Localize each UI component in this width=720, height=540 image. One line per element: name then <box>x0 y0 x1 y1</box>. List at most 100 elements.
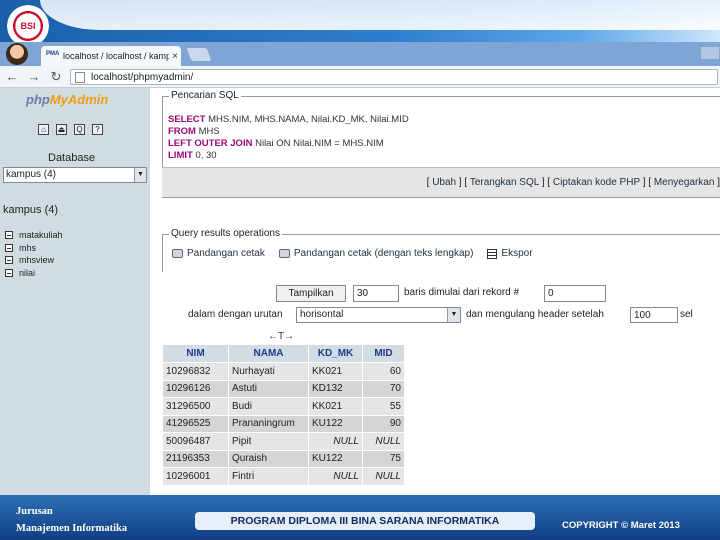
print-view-full-link[interactable]: Pandangan cetak (dengan teks lengkap) <box>278 248 473 259</box>
sidebar-item-mhs[interactable]: mhs <box>5 242 63 255</box>
export-link[interactable]: Ekspor <box>487 248 533 259</box>
sql-links-bar: [ Ubah ] [ Terangkan SQL ] [ Ciptakan ko… <box>162 167 720 197</box>
sidebar-item-mhsview[interactable]: mhsview <box>5 254 63 267</box>
slide-header <box>0 0 720 44</box>
database-heading[interactable]: kampus (4) <box>3 204 58 216</box>
query-ops-actions: Pandangan cetak Pandangan cetak (dengan … <box>172 248 533 259</box>
address-text: localhost/phpmyadmin/ <box>91 71 194 83</box>
cell-kd-mk: KU122 <box>308 449 363 468</box>
display-mode-select[interactable]: horisontal ▼ <box>296 307 461 323</box>
chevron-down-icon[interactable]: ▼ <box>134 168 146 182</box>
slide-footer: Jurusan Manajemen Informatika PROGRAM DI… <box>0 495 720 540</box>
cell-nama: Quraish <box>228 449 309 468</box>
results-table: NIM NAMA KD_MK MID 10296832 Nurhayati KK… <box>162 344 405 486</box>
address-bar[interactable]: localhost/phpmyadmin/ <box>70 69 718 85</box>
database-select[interactable]: kampus (4) ▼ <box>3 167 147 183</box>
rows-text: baris dimulai dari rekord # <box>404 287 520 298</box>
cell-kd-mk: KK021 <box>308 397 363 416</box>
sidebar-item-nilai[interactable]: nilai <box>5 267 63 280</box>
repeat-header-input[interactable]: 100 <box>630 307 678 323</box>
table-icon[interactable] <box>5 268 13 277</box>
docs-icon[interactable]: ? <box>92 124 103 135</box>
cell-nama: Nurhayati <box>228 362 309 381</box>
logout-icon[interactable]: ⏏ <box>56 124 67 135</box>
sql-line: SELECT MHS.NIM, MHS.NAMA, Nilai.KD_MK, N… <box>168 114 409 125</box>
sidebar-toolbar: ⌂ ⏏ Q ? <box>38 124 103 135</box>
cell-nim: 31296500 <box>162 397 229 416</box>
sql-line: LEFT OUTER JOIN Nilai ON Nilai.NIM = MHS… <box>168 138 384 149</box>
column-header-mid[interactable]: MID <box>362 344 405 363</box>
cell-kd-mk: KK021 <box>308 362 363 381</box>
cells-text: sel <box>680 309 693 320</box>
back-icon[interactable]: ← <box>2 68 22 86</box>
cell-nim: 21196353 <box>162 449 229 468</box>
tab-title: localhost / localhost / kampu <box>63 51 169 61</box>
close-icon[interactable]: × <box>169 51 181 62</box>
browser-tab[interactable]: PMA localhost / localhost / kampu × <box>40 45 182 66</box>
query-window-icon[interactable]: Q <box>74 124 85 135</box>
home-icon[interactable]: ⌂ <box>38 124 49 135</box>
table-icon[interactable] <box>5 243 13 252</box>
page-icon <box>75 71 85 83</box>
sql-legend: Pencarian SQL <box>169 90 241 101</box>
cell-mid: 90 <box>362 414 405 433</box>
cell-nim: 50096487 <box>162 432 229 451</box>
printer-icon <box>278 249 290 258</box>
table-row[interactable]: 10296126 Astuti KD132 70 <box>162 379 405 398</box>
window-control[interactable] <box>700 46 720 60</box>
show-button[interactable]: Tampilkan <box>276 285 346 302</box>
table-row[interactable]: 10296832 Nurhayati KK021 60 <box>162 362 405 381</box>
mode-prefix-text: dalam dengan urutan <box>188 309 283 320</box>
cell-nim: 10296832 <box>162 362 229 381</box>
start-record-input[interactable]: 0 <box>544 285 606 302</box>
cell-nim: 10296126 <box>162 379 229 398</box>
table-header-row: NIM NAMA KD_MK MID <box>162 344 405 363</box>
explain-sql-link[interactable]: Terangkan SQL <box>470 177 539 188</box>
forward-icon[interactable]: → <box>24 68 44 86</box>
column-header-nama[interactable]: NAMA <box>228 344 309 363</box>
header-wave <box>40 0 720 30</box>
footer-department: Jurusan Manajemen Informatika <box>16 506 128 534</box>
rows-input[interactable]: 30 <box>353 285 399 302</box>
printer-icon <box>172 249 183 258</box>
column-header-nim[interactable]: NIM <box>162 344 229 363</box>
edit-link[interactable]: Ubah <box>432 177 456 188</box>
footer-program: PROGRAM DIPLOMA III BINA SARANA INFORMAT… <box>195 512 535 530</box>
column-sort-arrows[interactable]: ←T→ <box>268 331 294 342</box>
repeat-header-text: dan mengulang header setelah <box>466 309 604 320</box>
database-label: Database <box>48 152 96 164</box>
cell-nama: Prananingrum <box>228 414 309 433</box>
sidebar-item-matakuliah[interactable]: matakuliah <box>5 229 63 242</box>
table-row[interactable]: 21196353 Quraish KU122 75 <box>162 449 405 468</box>
table-icon[interactable] <box>5 256 13 265</box>
browser-toolbar: ← → ↻ localhost/phpmyadmin/ <box>0 66 720 88</box>
table-row[interactable]: 31296500 Budi KK021 55 <box>162 397 405 416</box>
refresh-link[interactable]: Menyegarkan <box>654 177 715 188</box>
cell-nama: Fintri <box>228 467 309 486</box>
user-avatar[interactable] <box>6 43 28 65</box>
create-php-link[interactable]: Ciptakan kode PHP <box>553 177 640 188</box>
cell-nama: Pipit <box>228 432 309 451</box>
print-view-link[interactable]: Pandangan cetak <box>172 248 265 259</box>
sql-line: FROM MHS <box>168 126 220 137</box>
column-header-kd-mk[interactable]: KD_MK <box>308 344 363 363</box>
export-icon <box>487 248 498 259</box>
cell-kd-mk: KU122 <box>308 414 363 433</box>
cell-kd-mk: NULL <box>308 467 363 486</box>
reload-icon[interactable]: ↻ <box>46 68 66 86</box>
table-icon[interactable] <box>5 231 13 240</box>
pma-main: Pencarian SQL SELECT MHS.NIM, MHS.NAMA, … <box>150 88 720 495</box>
table-row[interactable]: 10296001 Fintri NULL NULL <box>162 467 405 486</box>
cell-mid: 55 <box>362 397 405 416</box>
query-ops-legend: Query results operations <box>169 228 282 239</box>
mode-row: dalam dengan urutan horisontal ▼ dan men… <box>150 307 720 327</box>
cell-kd-mk: KD132 <box>308 379 363 398</box>
table-row[interactable]: 50096487 Pipit NULL NULL <box>162 432 405 451</box>
cell-mid: NULL <box>362 432 405 451</box>
table-row[interactable]: 41296525 Prananingrum KU122 90 <box>162 414 405 433</box>
cell-nim: 10296001 <box>162 467 229 486</box>
cell-kd-mk: NULL <box>308 432 363 451</box>
chevron-down-icon[interactable]: ▼ <box>447 308 460 322</box>
pma-favicon: PMA <box>46 51 60 57</box>
phpmyadmin-logo[interactable]: phpMyAdmin <box>26 92 108 107</box>
